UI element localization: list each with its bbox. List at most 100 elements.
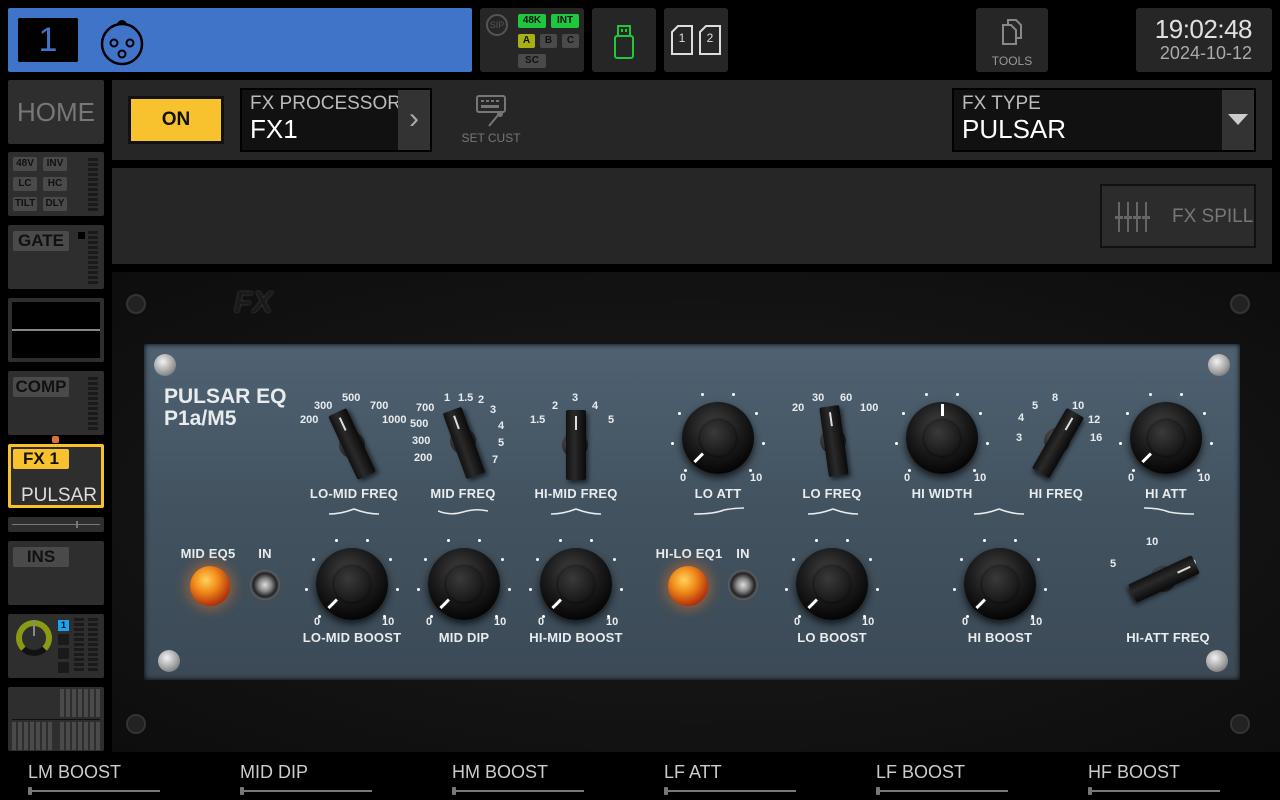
- param-slider-handle[interactable]: [876, 787, 880, 795]
- knob-scale-dot: [501, 558, 505, 562]
- fader-track: [12, 524, 100, 525]
- param-slider-track[interactable]: [28, 790, 160, 792]
- param-slider-track[interactable]: [664, 790, 796, 792]
- output-section-button[interactable]: 1: [8, 614, 104, 678]
- param-slider-handle[interactable]: [452, 787, 456, 795]
- lo-boost-knob[interactable]: [796, 548, 868, 620]
- scale-label: 60: [840, 392, 853, 404]
- param-name: HF BOOST: [1088, 762, 1181, 782]
- hi-lo-eq1-in-toggle[interactable]: [728, 570, 758, 600]
- scale-label: 3: [490, 404, 497, 416]
- scale-label: 30: [812, 392, 825, 404]
- fx1-label: FX 1: [13, 449, 69, 469]
- channel-header[interactable]: 1: [8, 8, 472, 72]
- panel-screw-icon: [154, 354, 176, 376]
- set-custom-button[interactable]: SET CUST: [456, 94, 526, 145]
- usb-drive-icon: [614, 25, 634, 59]
- scale-label: 5: [1032, 400, 1039, 412]
- comp-section-button[interactable]: COMP: [8, 371, 104, 435]
- knob-scale-dot: [423, 558, 427, 562]
- sends-section-button[interactable]: [8, 687, 104, 751]
- param-slider-handle[interactable]: [28, 787, 32, 795]
- scale-label: 500: [342, 392, 361, 404]
- scale-label: 3: [1016, 432, 1023, 444]
- param-name: LM BOOST: [28, 762, 122, 782]
- fader-handle[interactable]: [76, 521, 78, 528]
- fx1-section-button[interactable]: FX 1 PULSAR: [8, 444, 104, 508]
- card-slots-button[interactable]: 1 2: [664, 8, 728, 72]
- set-custom-label: SET CUST: [461, 131, 521, 145]
- plugin-title: PULSAR EQ P1a/M5: [164, 386, 287, 430]
- hi-lo-eq1-label: HI-LO EQ1: [655, 546, 723, 561]
- param-mid-dip[interactable]: MID DIP: [240, 762, 400, 795]
- knob-scale-dot: [1179, 393, 1183, 397]
- param-slider-handle[interactable]: [664, 787, 668, 795]
- hi-freq-selector[interactable]: [1031, 407, 1085, 479]
- hi-att-freq-selector[interactable]: [1128, 555, 1200, 603]
- plugin-title-line2: P1a/M5: [164, 407, 237, 430]
- gate-section-button[interactable]: GATE: [8, 225, 104, 289]
- hi-width-knob[interactable]: [906, 402, 978, 474]
- mid-freq-selector[interactable]: [442, 406, 486, 480]
- tools-button[interactable]: TOOLS: [976, 8, 1048, 72]
- hi-boost-knob[interactable]: [964, 548, 1036, 620]
- eq-section-button[interactable]: [8, 298, 104, 362]
- mid-eq5-in-label: IN: [258, 546, 272, 561]
- param-lf-boost[interactable]: LF BOOST: [876, 762, 1036, 795]
- knob-scale-dot: [731, 393, 735, 397]
- input-meter: [88, 158, 98, 213]
- scale-label: 5: [608, 414, 615, 426]
- knob-scale-dot: [1131, 469, 1135, 473]
- knob-pointer: [439, 598, 451, 610]
- card-2-label: 2: [706, 31, 714, 45]
- param-slider-track[interactable]: [1088, 790, 1220, 792]
- panel-screw-icon: [158, 650, 180, 672]
- hi-att-knob[interactable]: [1130, 402, 1202, 474]
- knob-scale-dot: [1203, 412, 1207, 416]
- lo-mid-freq-selector[interactable]: [328, 408, 376, 480]
- fader-strip[interactable]: [8, 517, 104, 532]
- knob-scale-dot: [447, 539, 451, 543]
- mid-eq5-label: MID EQ5: [180, 546, 236, 561]
- param-hm-boost[interactable]: HM BOOST: [452, 762, 612, 795]
- param-lf-att[interactable]: LF ATT: [664, 762, 824, 795]
- param-slider-track[interactable]: [876, 790, 1008, 792]
- sc-badge: SC: [518, 54, 546, 68]
- lo-att-label: LO ATT: [694, 486, 742, 501]
- knob-scale-dot: [508, 587, 512, 591]
- fx-spill-button[interactable]: FX SPILL: [1100, 184, 1256, 248]
- lo-att-knob[interactable]: [682, 402, 754, 474]
- home-button[interactable]: HOME: [8, 80, 104, 144]
- param-lm-boost[interactable]: LM BOOST: [28, 762, 188, 795]
- knob-scale-dot: [1037, 558, 1041, 562]
- fx-type-dropdown[interactable]: FX TYPE PULSAR: [952, 88, 1256, 152]
- mid-eq5-in-toggle[interactable]: [250, 570, 280, 600]
- input-section-button[interactable]: 48V INV LC HC TILT DLY: [8, 152, 104, 216]
- knob-scale-dot: [396, 587, 400, 591]
- param-slider-handle[interactable]: [240, 787, 244, 795]
- param-hf-boost[interactable]: HF BOOST: [1088, 762, 1248, 795]
- fx-processor-selector[interactable]: FX PROCESSOR FX1 ›: [240, 88, 432, 152]
- param-slider-track[interactable]: [452, 790, 584, 792]
- scale-label: 4: [498, 420, 505, 432]
- dropdown-arrow[interactable]: [1222, 90, 1254, 150]
- sync-status-panel[interactable]: SIP 48K INT A B C SC: [480, 8, 584, 72]
- output-meter-l: [74, 618, 84, 673]
- knob-scale-dot: [845, 539, 849, 543]
- usb-button[interactable]: [592, 8, 656, 72]
- hi-mid-freq-selector[interactable]: [566, 410, 586, 480]
- knob-scale-dot: [894, 441, 898, 445]
- fx-on-button[interactable]: ON: [128, 96, 224, 144]
- param-slider-track[interactable]: [240, 790, 372, 792]
- hi-mid-boost-knob[interactable]: [540, 548, 612, 620]
- param-slider-handle[interactable]: [1088, 787, 1092, 795]
- mid-dip-knob[interactable]: [428, 548, 500, 620]
- gate-label: GATE: [13, 231, 69, 251]
- keyboard-eyedropper-icon: [476, 95, 506, 127]
- param-name: LF ATT: [664, 762, 722, 782]
- lo-mid-boost-knob[interactable]: [316, 548, 388, 620]
- chevron-right-icon[interactable]: ›: [398, 90, 430, 150]
- knob-scale-dot: [677, 412, 681, 416]
- ins-section-button[interactable]: INS: [8, 541, 104, 605]
- pulsar-eq-panel: PULSAR EQ P1a/M5 200 300 500 700 1000 LO…: [144, 344, 1240, 680]
